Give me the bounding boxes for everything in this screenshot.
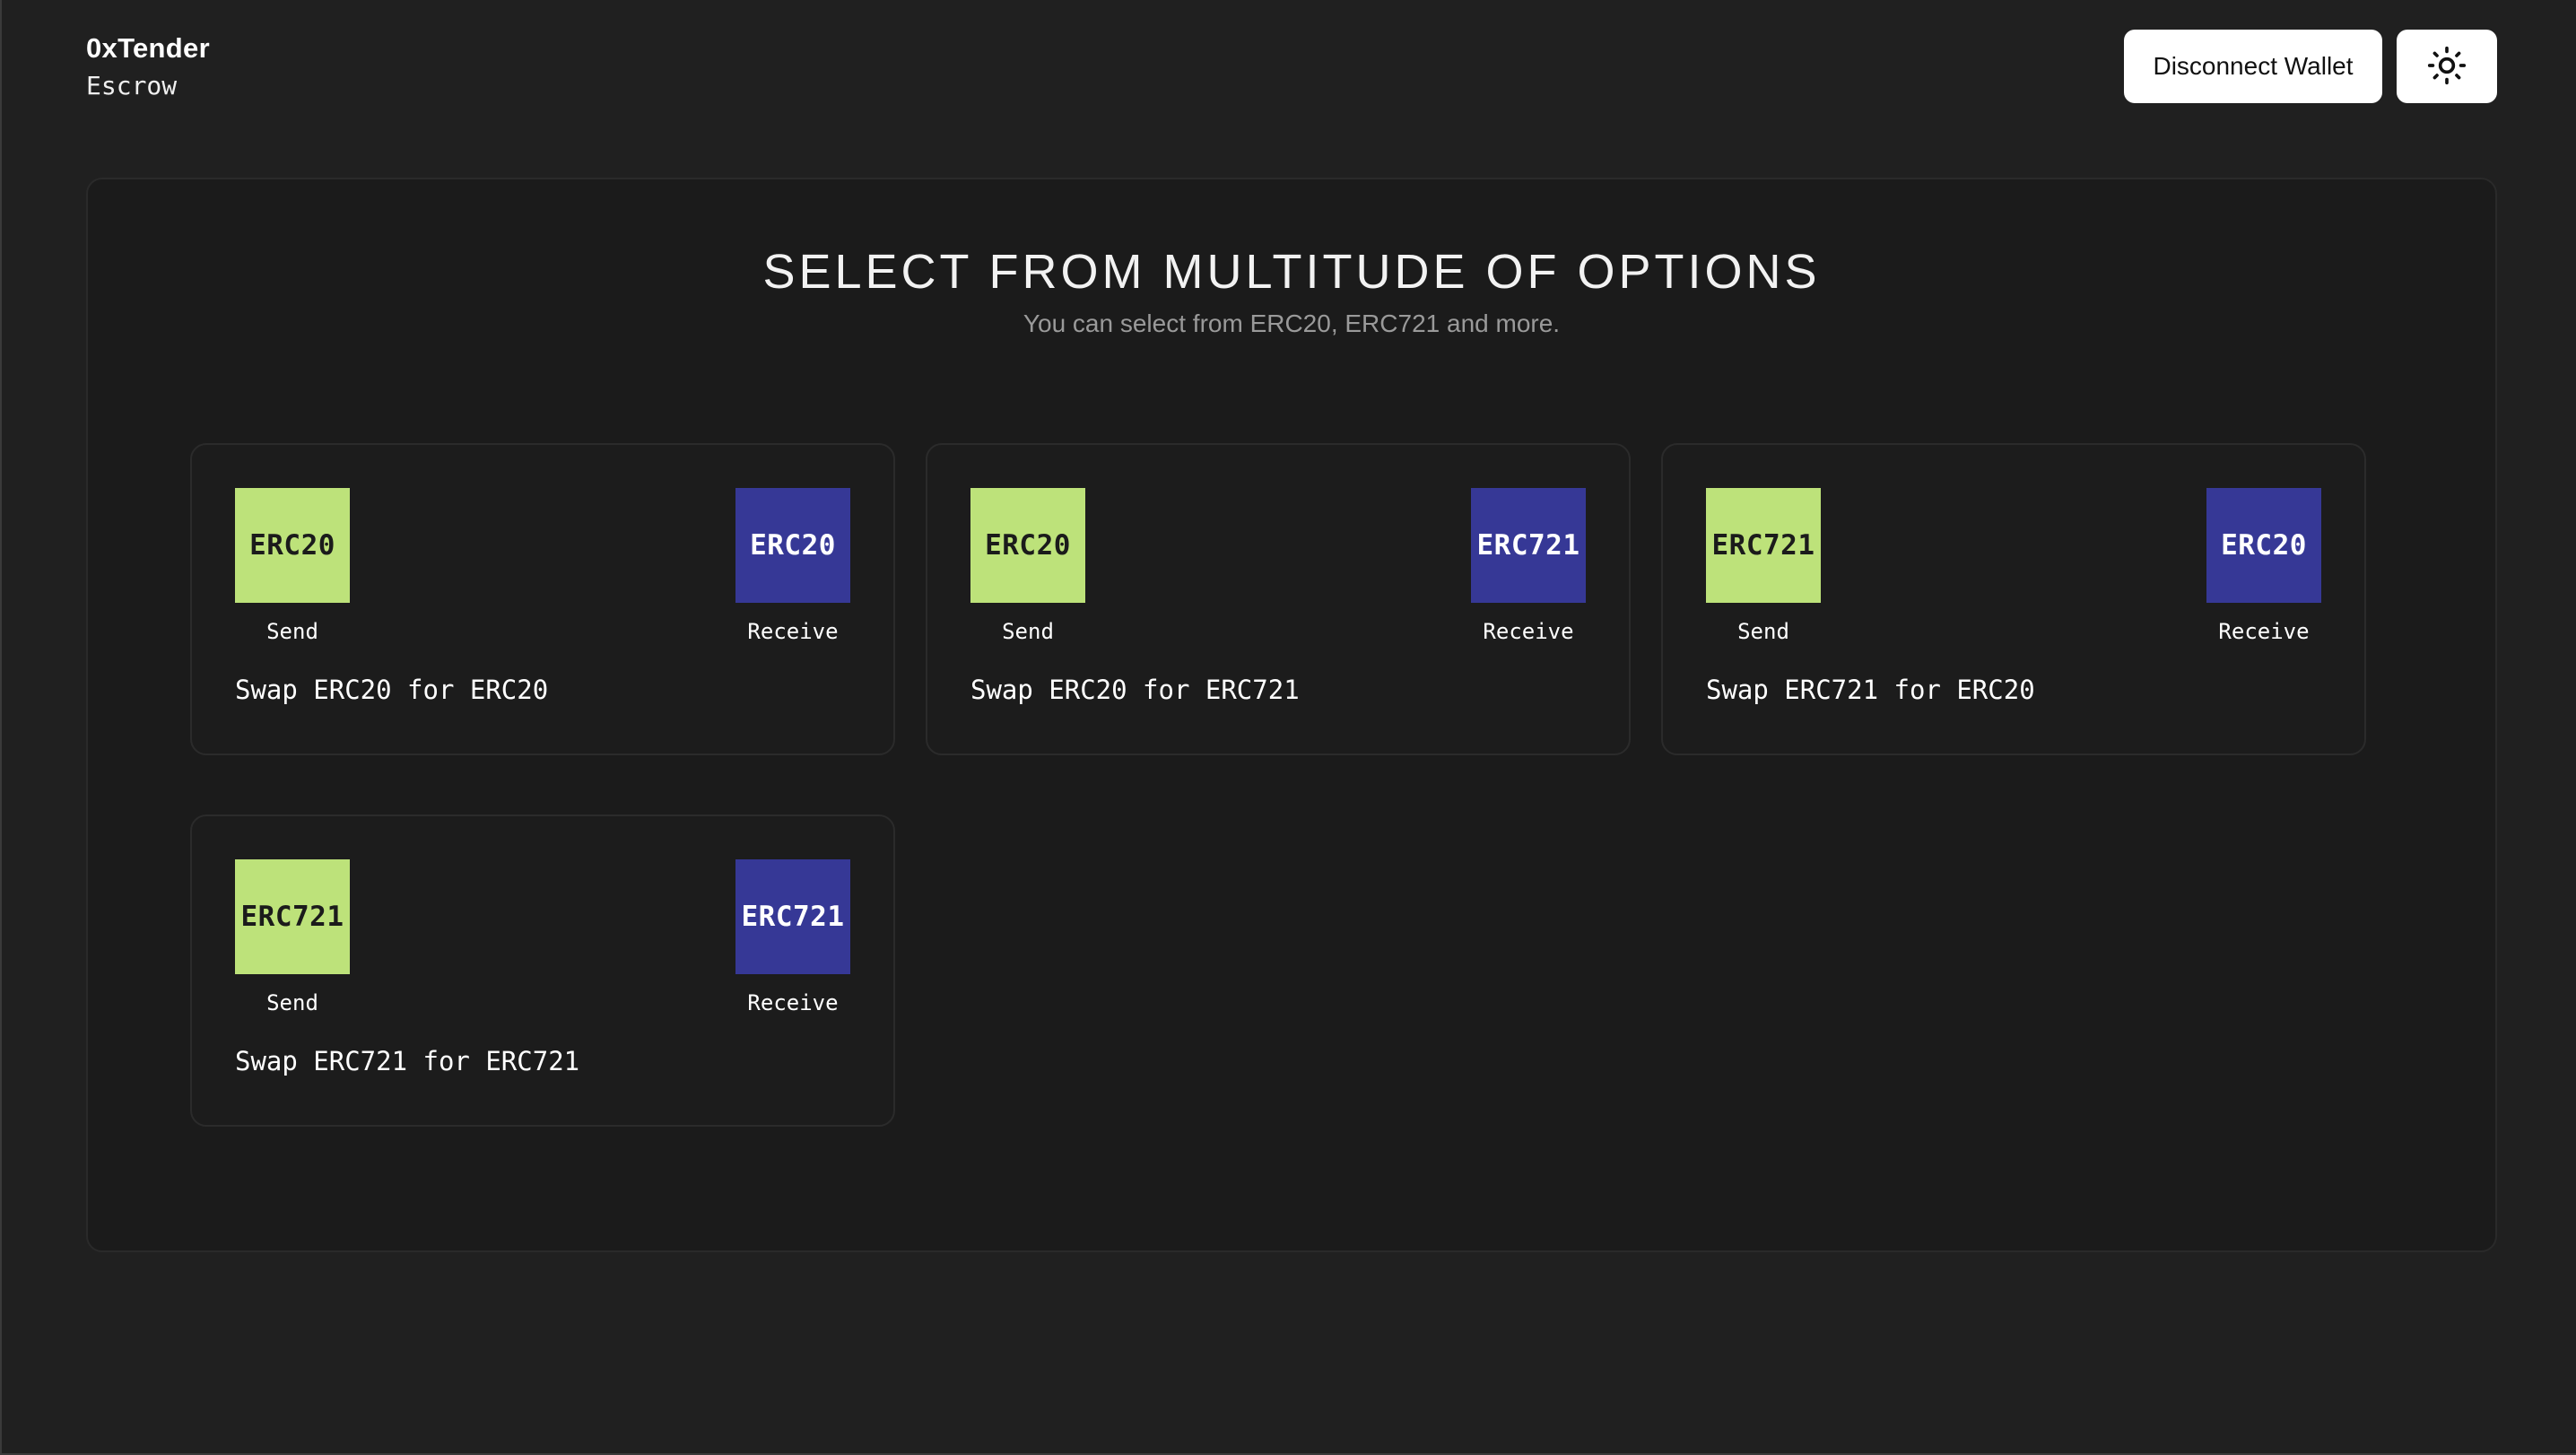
swap-option-card[interactable]: ERC721 Send ERC20 Receive Swap ERC721 fo…: [1661, 443, 2366, 755]
disconnect-wallet-button[interactable]: Disconnect Wallet: [2124, 30, 2382, 103]
receive-label: Receive: [747, 619, 839, 644]
swap-options-grid: ERC20 Send ERC20 Receive Swap ERC20 for …: [190, 443, 2366, 1127]
send-token-tile: ERC721: [1706, 488, 1821, 603]
page-title: SELECT FROM MULTITUDE OF OPTIONS: [762, 245, 1821, 299]
page-subtitle: You can select from ERC20, ERC721 and mo…: [1023, 309, 1561, 337]
receive-label: Receive: [2218, 619, 2310, 644]
send-token-tile: ERC20: [970, 488, 1085, 603]
receive-token-tile: ERC20: [735, 488, 850, 603]
send-label: Send: [266, 619, 318, 644]
theme-toggle-button[interactable]: [2397, 30, 2497, 103]
swap-option-card[interactable]: ERC721 Send ERC721 Receive Swap ERC721 f…: [190, 815, 895, 1127]
receive-token-tile: ERC20: [2206, 488, 2321, 603]
send-token: ERC20 Send: [970, 488, 1085, 644]
swap-option-title: Swap ERC20 for ERC20: [235, 675, 549, 705]
send-token-tile: ERC20: [235, 488, 350, 603]
receive-token: ERC721 Receive: [1471, 488, 1586, 644]
receive-label: Receive: [1483, 619, 1574, 644]
receive-token: ERC721 Receive: [735, 859, 850, 1015]
receive-label: Receive: [747, 990, 839, 1015]
brand-name: 0xTender: [86, 32, 210, 64]
send-label: Send: [266, 990, 318, 1015]
sun-icon: [2427, 46, 2467, 88]
swap-option-title: Swap ERC721 for ERC721: [235, 1046, 580, 1076]
receive-token-tile: ERC721: [1471, 488, 1586, 603]
send-label: Send: [1002, 619, 1054, 644]
send-token: ERC20 Send: [235, 488, 350, 644]
send-token: ERC721 Send: [235, 859, 350, 1015]
send-label: Send: [1737, 619, 1789, 644]
send-token: ERC721 Send: [1706, 488, 1821, 644]
swap-option-title: Swap ERC721 for ERC20: [1706, 675, 2035, 705]
options-panel: SELECT FROM MULTITUDE OF OPTIONS You can…: [86, 178, 2497, 1252]
swap-option-card[interactable]: ERC20 Send ERC20 Receive Swap ERC20 for …: [190, 443, 895, 755]
send-token-tile: ERC721: [235, 859, 350, 974]
swap-option-card[interactable]: ERC20 Send ERC721 Receive Swap ERC20 for…: [926, 443, 1631, 755]
swap-option-title: Swap ERC20 for ERC721: [970, 675, 1300, 705]
receive-token: ERC20 Receive: [735, 488, 850, 644]
brand-subtitle: Escrow: [86, 71, 178, 100]
receive-token: ERC20 Receive: [2206, 488, 2321, 644]
receive-token-tile: ERC721: [735, 859, 850, 974]
brand[interactable]: 0xTender Escrow: [86, 32, 210, 102]
header-actions: Disconnect Wallet: [2124, 30, 2497, 103]
